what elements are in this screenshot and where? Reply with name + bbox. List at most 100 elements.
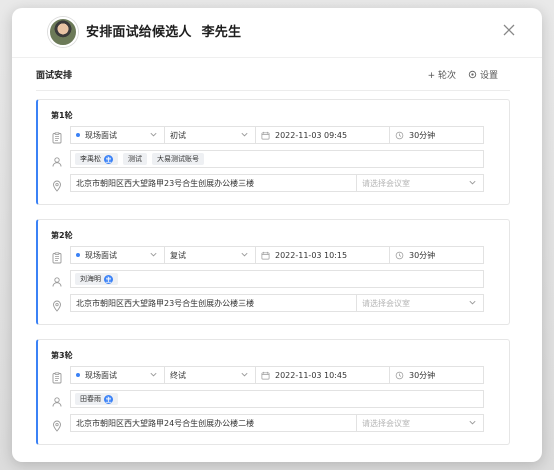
interview-stage-select[interactable]: 初试: [164, 126, 256, 144]
close-icon[interactable]: [502, 22, 516, 36]
chevron-down-icon: [240, 370, 249, 379]
schedule-interview-dialog: 安排面试给候选人 李先生 面试安排 + 轮次 设置 第1轮现场面试 初试 2022-1…: [12, 8, 542, 462]
meeting-room-placeholder: 请选择会议室: [362, 178, 410, 188]
interview-duration-value: 30分钟: [409, 130, 436, 140]
type-dot: [76, 133, 80, 137]
interviewer-name: 刘海明: [80, 275, 101, 283]
interview-stage-value: 复试: [170, 250, 186, 260]
interview-datetime-value: 2022-11-03 10:45: [275, 370, 348, 380]
interview-round-card: 第2轮现场面试 复试 2022-11-03 10:15 30分钟刘海明主北京市朝阳区西…: [36, 219, 510, 325]
clock-icon: [395, 371, 404, 380]
interview-datetime-picker[interactable]: 2022-11-03 10:45: [255, 366, 390, 384]
location-pin-icon: [51, 417, 63, 432]
interviewer-name: 李禹松: [80, 155, 101, 163]
interview-duration-select[interactable]: 30分钟: [389, 366, 484, 384]
interview-stage-select[interactable]: 终试: [164, 366, 256, 384]
meeting-room-select[interactable]: 请选择会议室: [356, 174, 484, 192]
round-title: 第1轮: [51, 111, 73, 120]
interview-stage-select[interactable]: 复试: [164, 246, 256, 264]
calendar-icon: [261, 131, 270, 140]
interview-round-card: 第3轮现场面试 终试 2022-11-03 10:45 30分钟田春雨主北京市朝阳区西…: [36, 339, 510, 445]
chevron-down-icon: [468, 178, 477, 187]
address-value: 北京市朝阳区西大望路甲23号合生创展办公楼三楼: [76, 178, 255, 188]
dialog-title-text: 安排面试给候选人: [86, 25, 192, 40]
lead-interviewer-badge: 主: [104, 154, 113, 164]
round-title: 第2轮: [51, 231, 73, 240]
calendar-list-icon: [51, 369, 63, 384]
section-actions: + 轮次 设置: [428, 68, 498, 81]
interview-duration-select[interactable]: 30分钟: [389, 246, 484, 264]
calendar-icon: [261, 251, 270, 260]
chevron-down-icon: [468, 418, 477, 427]
interviewer-name: 测试: [128, 155, 142, 163]
interview-duration-value: 30分钟: [409, 370, 436, 380]
meeting-room-select[interactable]: 请选择会议室: [356, 294, 484, 312]
interview-type-value: 现场面试: [85, 250, 117, 260]
clock-icon: [395, 251, 404, 260]
location-pin-icon: [51, 297, 63, 312]
interview-stage-value: 终试: [170, 370, 186, 380]
interviewer-tag: 大易测试账号: [152, 153, 204, 165]
chevron-down-icon: [149, 370, 158, 379]
interview-round-card: 第1轮现场面试 初试 2022-11-03 09:45 30分钟李禹松主 测试 大易测试账…: [36, 99, 510, 205]
meeting-room-placeholder: 请选择会议室: [362, 418, 410, 428]
address-input[interactable]: 北京市朝阳区西大望路甲23号合生创展办公楼三楼: [70, 174, 357, 192]
lead-interviewer-badge: 主: [104, 394, 113, 404]
chevron-down-icon: [149, 130, 158, 139]
candidate-avatar: [48, 17, 78, 47]
calendar-icon: [261, 371, 270, 380]
calendar-list-icon: [51, 129, 63, 144]
clock-icon: [395, 131, 404, 140]
user-icon: [51, 393, 63, 407]
interviewer-tag: 田春雨主: [75, 393, 118, 405]
lead-interviewer-badge: 主: [104, 274, 113, 284]
interview-type-select[interactable]: 现场面试: [70, 246, 165, 264]
interviewer-tag: 测试: [123, 153, 147, 165]
interviewer-tag: 李禹松主: [75, 153, 118, 165]
interview-type-select[interactable]: 现场面试: [70, 366, 165, 384]
interview-type-select[interactable]: 现场面试: [70, 126, 165, 144]
interviewer-tag: 刘海明主: [75, 273, 118, 285]
add-round-button[interactable]: + 轮次: [428, 68, 456, 81]
address-input[interactable]: 北京市朝阳区西大望路甲24号合生创展办公楼二楼: [70, 414, 357, 432]
interviewer-field[interactable]: 刘海明主: [70, 270, 484, 288]
section-title: 面试安排: [36, 71, 73, 81]
interview-datetime-value: 2022-11-03 10:15: [275, 250, 348, 260]
address-input[interactable]: 北京市朝阳区西大望路甲23号合生创展办公楼三楼: [70, 294, 357, 312]
interview-type-value: 现场面试: [85, 130, 117, 140]
interviewer-name: 田春雨: [80, 395, 101, 403]
user-icon: [51, 273, 63, 287]
gear-icon: [468, 70, 477, 79]
address-value: 北京市朝阳区西大望路甲24号合生创展办公楼二楼: [76, 418, 255, 428]
chevron-down-icon: [240, 250, 249, 259]
interview-duration-select[interactable]: 30分钟: [389, 126, 484, 144]
chevron-down-icon: [240, 130, 249, 139]
interview-datetime-picker[interactable]: 2022-11-03 09:45: [255, 126, 390, 144]
interviewer-field[interactable]: 李禹松主 测试 大易测试账号: [70, 150, 484, 168]
candidate-name: 李先生: [201, 25, 242, 40]
type-dot: [76, 373, 80, 377]
settings-button[interactable]: 设置: [468, 68, 498, 81]
chevron-down-icon: [149, 250, 158, 259]
chevron-down-icon: [468, 298, 477, 307]
user-icon: [51, 153, 63, 167]
meeting-room-select[interactable]: 请选择会议室: [356, 414, 484, 432]
section-header: 面试安排 + 轮次 设置: [36, 68, 498, 86]
interview-type-value: 现场面试: [85, 370, 117, 380]
section-divider: [36, 90, 510, 91]
dialog-header: 安排面试给候选人 李先生: [12, 8, 542, 58]
interview-datetime-value: 2022-11-03 09:45: [275, 130, 348, 140]
dialog-title: 安排面试给候选人 李先生: [86, 21, 241, 40]
meeting-room-placeholder: 请选择会议室: [362, 298, 410, 308]
calendar-list-icon: [51, 249, 63, 264]
round-title: 第3轮: [51, 351, 73, 360]
interview-duration-value: 30分钟: [409, 250, 436, 260]
location-pin-icon: [51, 177, 63, 192]
interviewer-field[interactable]: 田春雨主: [70, 390, 484, 408]
interviewer-name: 大易测试账号: [157, 155, 199, 163]
interview-datetime-picker[interactable]: 2022-11-03 10:15: [255, 246, 390, 264]
type-dot: [76, 253, 80, 257]
address-value: 北京市朝阳区西大望路甲23号合生创展办公楼三楼: [76, 298, 255, 308]
settings-label: 设置: [479, 71, 498, 81]
interview-stage-value: 初试: [170, 130, 186, 140]
